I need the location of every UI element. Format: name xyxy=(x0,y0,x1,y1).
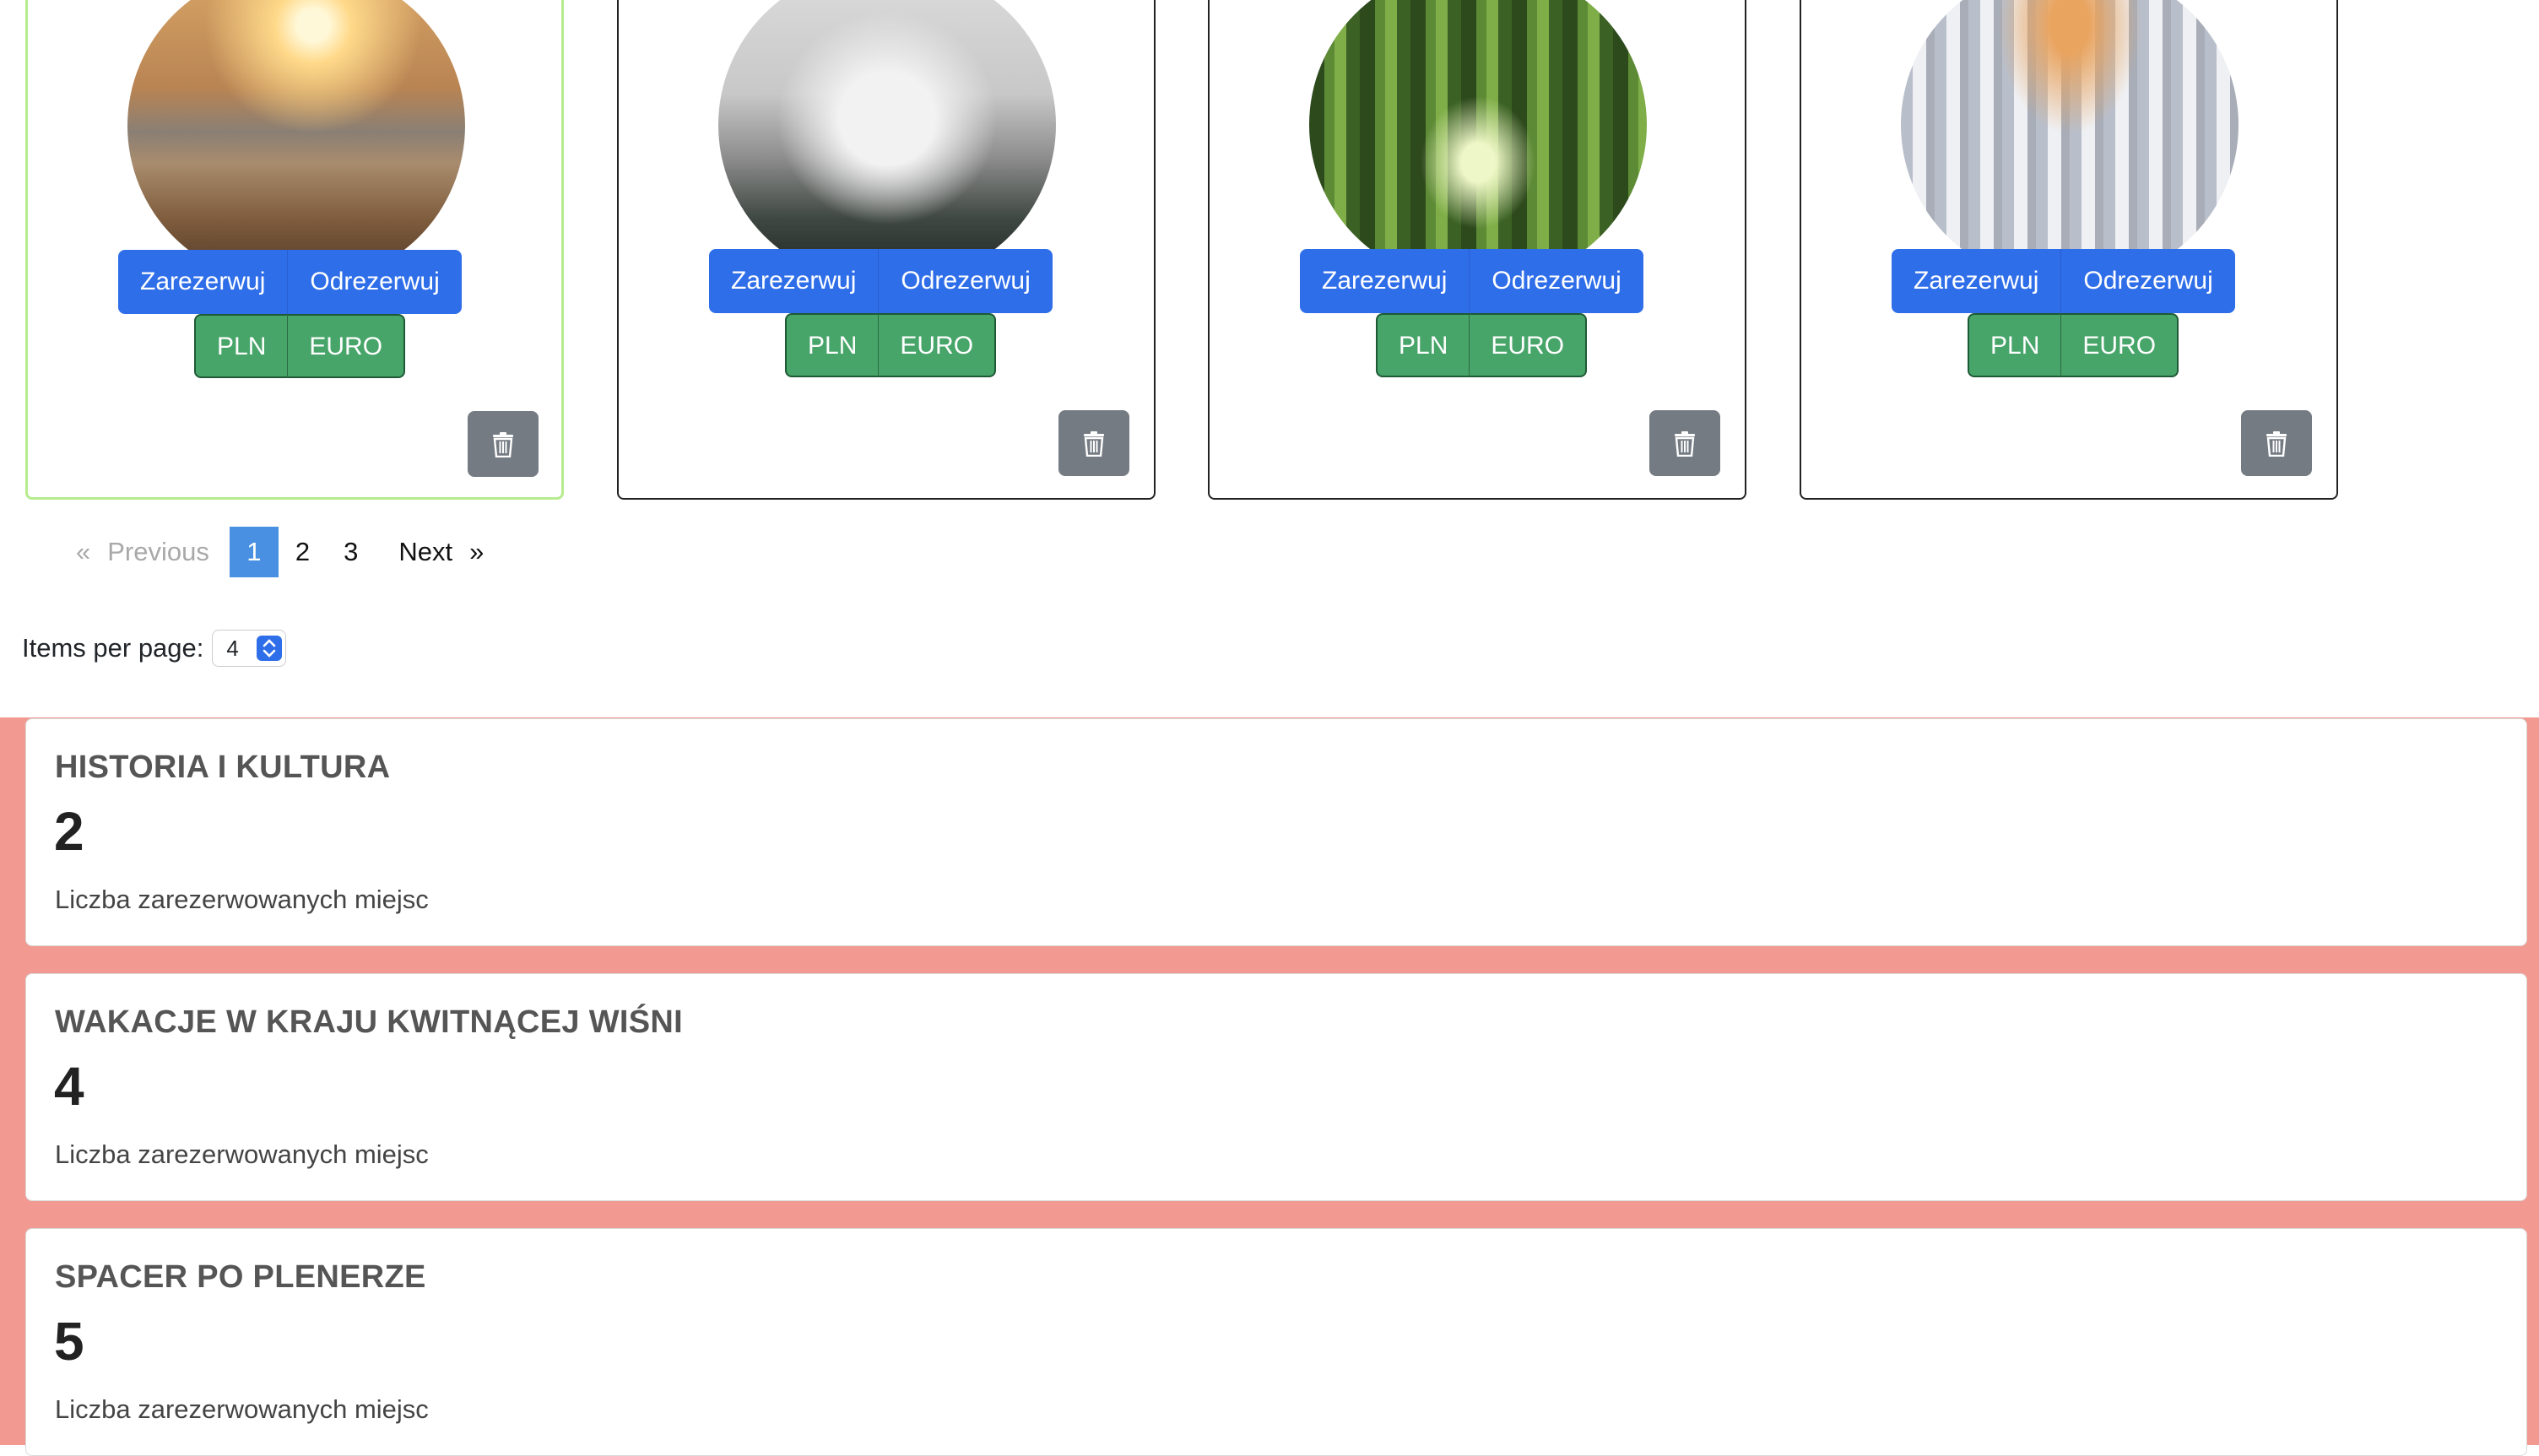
pagination-next-symbol[interactable]: » xyxy=(461,527,492,577)
delete-trip-button[interactable] xyxy=(468,411,539,477)
pagination-page-3[interactable]: 3 xyxy=(335,527,366,577)
bamboo-forest-photo xyxy=(1309,0,1647,282)
trash-icon xyxy=(1675,431,1695,457)
summary-card: HISTORIA I KULTURA 2 Liczba zarezerwowan… xyxy=(25,718,2527,946)
currency-button-group: PLN EURO xyxy=(1968,313,2179,377)
currency-euro-button[interactable]: EURO xyxy=(879,313,997,377)
summary-reserved-label: Liczba zarezerwowanych miejsc xyxy=(55,885,429,914)
reserve-button[interactable]: Zarezerwuj xyxy=(118,250,289,314)
delete-trip-button[interactable] xyxy=(1649,410,1720,476)
church-interior-photo xyxy=(1901,0,2239,282)
unreserve-button[interactable]: Odrezerwuj xyxy=(2061,249,2235,313)
trip-card-row: Zarezerwuj Odrezerwuj PLN EURO Zarezerwu… xyxy=(0,0,2539,506)
reservation-button-group: Zarezerwuj Odrezerwuj xyxy=(709,249,1053,313)
summary-reserved-count: 4 xyxy=(54,1056,84,1117)
currency-button-group: PLN EURO xyxy=(1376,313,1588,377)
items-per-page-label: Items per page: xyxy=(22,633,204,663)
items-per-page-value: 4 xyxy=(226,636,239,661)
pagination-next-link[interactable]: Next xyxy=(390,527,461,577)
unreserve-button[interactable]: Odrezerwuj xyxy=(879,249,1053,313)
reservation-summary: HISTORIA I KULTURA 2 Liczba zarezerwowan… xyxy=(0,717,2539,1456)
summary-card: WAKACJE W KRAJU KWITNĄCEJ WIŚNI 4 Liczba… xyxy=(25,973,2527,1201)
trip-card: Zarezerwuj Odrezerwuj PLN EURO xyxy=(1208,0,1746,500)
pagination-previous-symbol: « xyxy=(76,537,91,566)
currency-pln-button[interactable]: PLN xyxy=(785,313,880,377)
reserve-button[interactable]: Zarezerwuj xyxy=(1892,249,2062,313)
currency-button-group: PLN EURO xyxy=(785,313,997,377)
currency-euro-button[interactable]: EURO xyxy=(1470,313,1588,377)
currency-pln-button[interactable]: PLN xyxy=(1376,313,1470,377)
reserve-button[interactable]: Zarezerwuj xyxy=(1300,249,1470,313)
beach-sunset-photo xyxy=(127,0,465,283)
delete-trip-button[interactable] xyxy=(2241,410,2312,476)
summary-trip-title: WAKACJE W KRAJU KWITNĄCEJ WIŚNI xyxy=(55,1004,683,1040)
trash-icon xyxy=(1084,431,1104,457)
pagination-page-2[interactable]: 2 xyxy=(287,527,318,577)
pagination: « Previous 1 2 3 Next » xyxy=(68,527,492,577)
trip-card: Zarezerwuj Odrezerwuj PLN EURO xyxy=(617,0,1156,500)
currency-button-group: PLN EURO xyxy=(194,314,406,378)
reservation-button-group: Zarezerwuj Odrezerwuj xyxy=(1300,249,1643,313)
snowy-mountain-forest-photo xyxy=(718,0,1056,282)
summary-reserved-count: 5 xyxy=(54,1311,84,1372)
items-per-page-control: Items per page: 4 xyxy=(22,628,287,668)
unreserve-button[interactable]: Odrezerwuj xyxy=(288,250,462,314)
reserve-button[interactable]: Zarezerwuj xyxy=(709,249,880,313)
select-arrows-icon xyxy=(257,636,283,661)
summary-reserved-count: 2 xyxy=(54,801,84,862)
summary-trip-title: SPACER PO PLENERZE xyxy=(55,1259,426,1295)
currency-euro-button[interactable]: EURO xyxy=(2061,313,2179,377)
summary-trip-title: HISTORIA I KULTURA xyxy=(55,750,391,785)
pagination-page-1[interactable]: 1 xyxy=(229,527,279,577)
summary-reserved-label: Liczba zarezerwowanych miejsc xyxy=(55,1394,429,1424)
trip-card: Zarezerwuj Odrezerwuj PLN EURO xyxy=(1800,0,2338,500)
unreserve-button[interactable]: Odrezerwuj xyxy=(1470,249,1643,313)
trash-icon xyxy=(2266,431,2287,457)
trip-card: Zarezerwuj Odrezerwuj PLN EURO xyxy=(25,0,564,500)
currency-pln-button[interactable]: PLN xyxy=(1968,313,2062,377)
items-per-page-select[interactable]: 4 xyxy=(212,630,287,667)
currency-euro-button[interactable]: EURO xyxy=(288,314,406,378)
summary-card: SPACER PO PLENERZE 5 Liczba zarezerwowan… xyxy=(25,1228,2527,1456)
summary-reserved-label: Liczba zarezerwowanych miejsc xyxy=(55,1139,429,1169)
currency-pln-button[interactable]: PLN xyxy=(194,314,289,378)
delete-trip-button[interactable] xyxy=(1058,410,1129,476)
reservation-button-group: Zarezerwuj Odrezerwuj xyxy=(1892,249,2235,313)
reservation-button-group: Zarezerwuj Odrezerwuj xyxy=(118,250,462,314)
pagination-previous-link[interactable]: Previous xyxy=(99,527,218,577)
trash-icon xyxy=(493,432,513,457)
